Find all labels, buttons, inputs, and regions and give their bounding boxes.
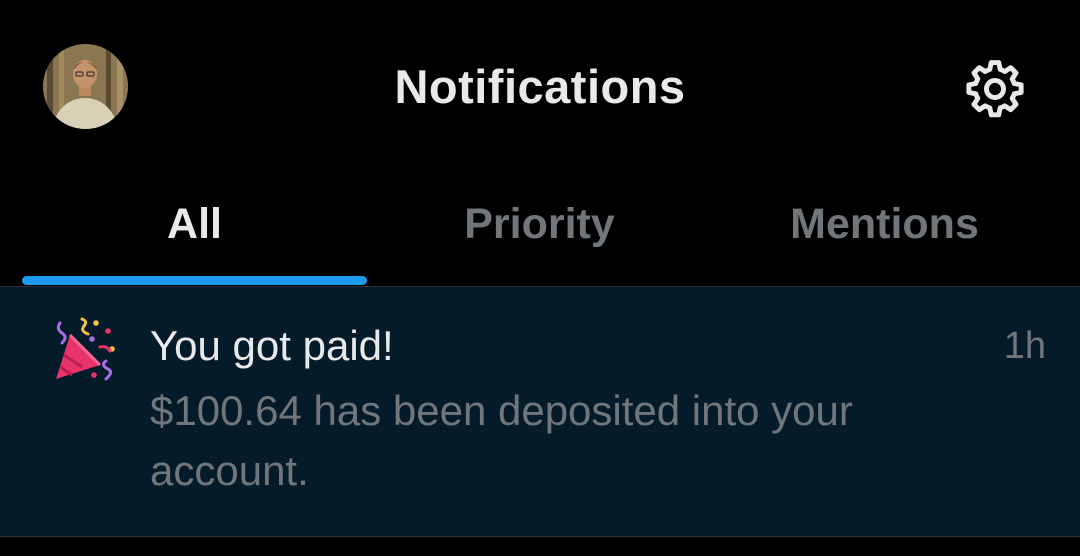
- gear-icon: [966, 60, 1024, 118]
- tab-all-label: All: [167, 200, 222, 248]
- notification-title: You got paid!: [150, 322, 394, 369]
- active-tab-indicator: [22, 276, 367, 285]
- settings-button[interactable]: [964, 58, 1026, 120]
- list-background: [0, 537, 1080, 556]
- notification-item[interactable]: You got paid! 1h $100.64 has been deposi…: [0, 287, 1080, 537]
- page-title: Notifications: [394, 60, 686, 113]
- notification-tabs: All Priority Mentions: [0, 170, 1080, 287]
- party-popper-icon: [52, 317, 118, 383]
- tab-all[interactable]: All: [22, 170, 367, 286]
- tab-priority[interactable]: Priority: [367, 170, 712, 286]
- notification-time: 1h: [1003, 325, 1046, 367]
- notification-body: $100.64 has been deposited into your acc…: [150, 387, 853, 494]
- top-app-bar: Notifications: [0, 0, 1080, 170]
- tab-priority-label: Priority: [464, 200, 615, 248]
- tab-mentions[interactable]: Mentions: [712, 170, 1057, 286]
- tab-mentions-label: Mentions: [790, 200, 979, 248]
